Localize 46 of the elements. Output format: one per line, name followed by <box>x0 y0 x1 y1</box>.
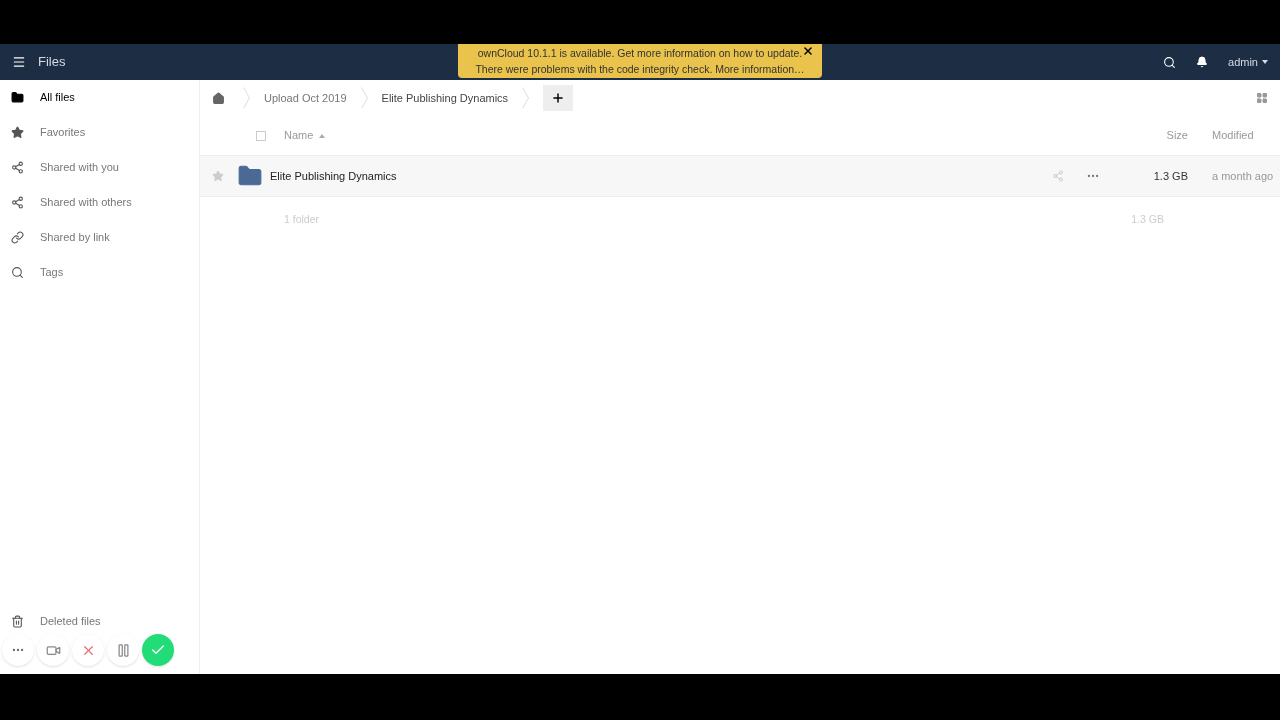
share-icon[interactable] <box>1051 170 1064 182</box>
file-size: 1.3 GB <box>1153 168 1188 184</box>
trash-icon <box>11 614 24 628</box>
star-icon <box>11 126 24 139</box>
chevron-icon <box>522 87 530 109</box>
chevron-icon <box>243 87 250 109</box>
sidebar-item[interactable]: Deleted files <box>0 606 199 636</box>
sidebar-item[interactable]: Tags <box>0 255 199 290</box>
search-icon[interactable] <box>1163 55 1177 69</box>
done-button[interactable] <box>142 634 174 666</box>
select-all-checkbox[interactable] <box>256 130 266 141</box>
home-icon[interactable] <box>212 91 225 105</box>
pause-button[interactable] <box>107 634 139 666</box>
favorite-icon[interactable] <box>212 170 224 182</box>
bell-icon[interactable] <box>1196 56 1209 68</box>
menu-button[interactable] <box>12 55 26 69</box>
cancel-button[interactable] <box>72 634 104 666</box>
file-name[interactable]: Elite Publishing Dynamics <box>270 167 397 185</box>
user-menu[interactable]: admin <box>1228 53 1268 71</box>
link-icon <box>11 231 24 244</box>
share-icon <box>11 196 24 209</box>
folder-icon <box>11 91 24 104</box>
sidebar-item[interactable]: Shared with you <box>0 150 199 185</box>
grid-view-icon[interactable] <box>1256 92 1268 104</box>
column-header[interactable]: Size <box>1166 127 1188 144</box>
column-header[interactable]: Name <box>284 127 314 144</box>
share-icon <box>11 161 24 174</box>
chevron-icon <box>360 87 368 109</box>
file-row[interactable]: Elite Publishing Dynamics 1.3 GB a month ago <box>200 156 1280 197</box>
new-button[interactable] <box>543 85 574 111</box>
pause-icon <box>115 642 131 658</box>
sidebar-item[interactable]: Favorites <box>0 115 199 150</box>
file-modified: a month ago <box>1211 168 1275 184</box>
notice-text: ownCloud 10.1.1 is available. Get more information on how to update. <box>477 46 803 61</box>
breadcrumb[interactable]: Elite Publishing Dynamics <box>381 89 509 107</box>
notice-close-button[interactable] <box>802 45 814 57</box>
camera-button[interactable] <box>37 634 69 666</box>
app-title: Files <box>38 53 66 72</box>
sidebar-item[interactable]: Shared by link <box>0 220 199 255</box>
notice-text: There were problems with the code integrity check. More information… <box>475 62 805 77</box>
plus-icon <box>551 91 566 105</box>
sidebar-item[interactable]: All files <box>0 80 199 115</box>
breadcrumb[interactable]: Upload Oct 2019 <box>264 89 347 107</box>
sidebar-item[interactable]: Shared with others <box>0 185 199 220</box>
search-icon <box>11 266 24 279</box>
column-header[interactable]: Modified <box>1188 127 1280 144</box>
